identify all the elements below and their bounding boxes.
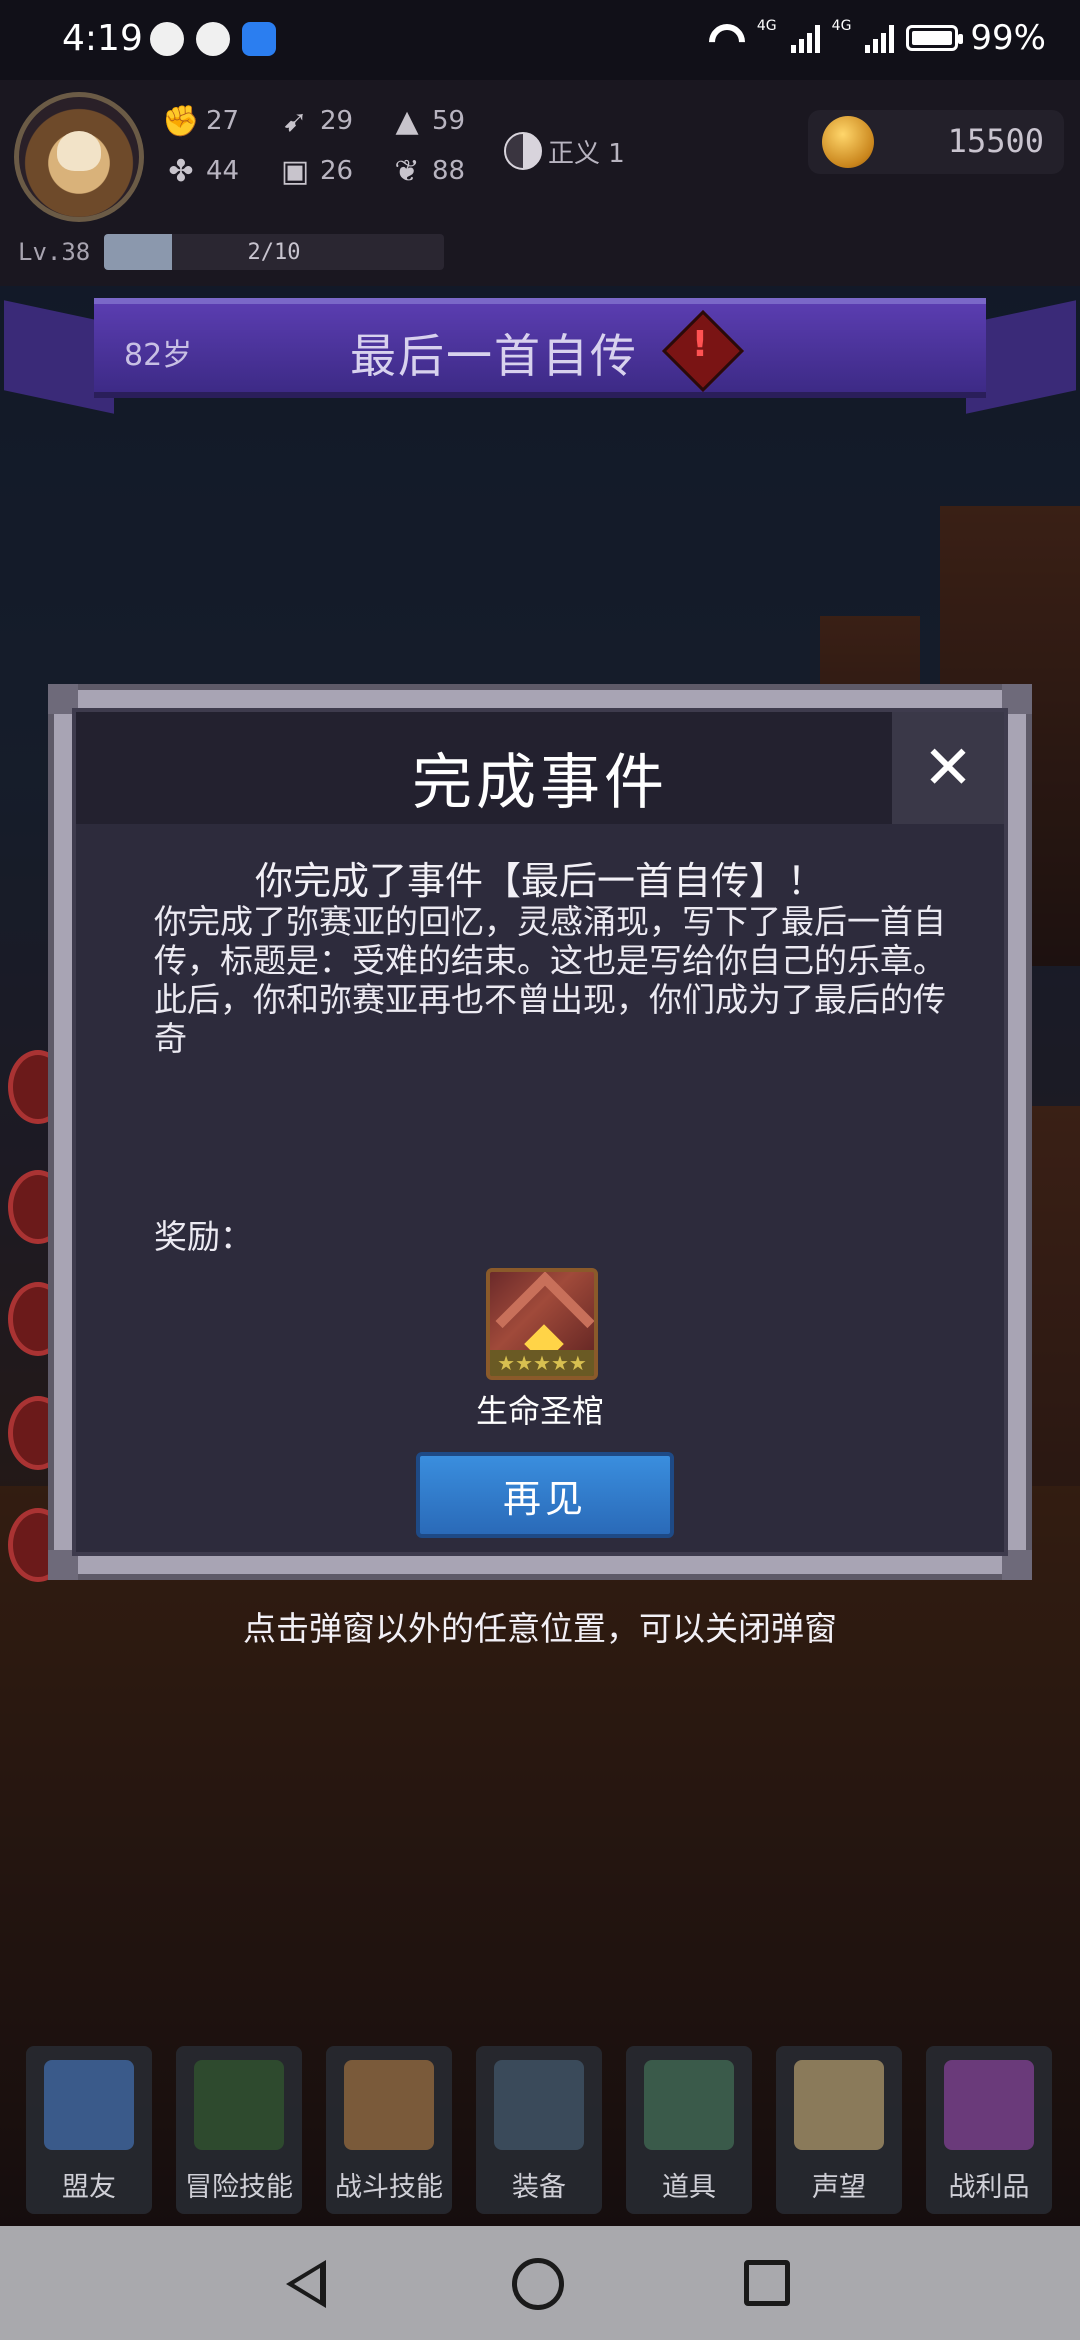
battery-icon — [906, 25, 964, 51]
weather-app-icon — [242, 22, 276, 56]
nav-items[interactable]: 道具 — [626, 2046, 752, 2214]
treasure-chest-icon — [944, 2060, 1034, 2150]
signal-icon-2 — [865, 23, 895, 53]
player-level: Lv.38 — [18, 238, 91, 266]
lotus-icon: ❦ — [394, 153, 420, 189]
avatar[interactable] — [14, 92, 144, 222]
alignment[interactable]: 正义 1 — [504, 132, 625, 170]
nav-allies[interactable]: 盟友 — [26, 2046, 152, 2214]
fist-icon: ✊ — [162, 103, 200, 139]
nav-reputation[interactable]: 声望 — [776, 2046, 902, 2214]
nav-label: 装备 — [512, 2172, 566, 2203]
bottom-nav: 盟友 冒险技能 战斗技能 装备 道具 声望 战利品 — [0, 2040, 1080, 2226]
item-stars: ★★★★★ — [490, 1350, 594, 1376]
system-nav-bar — [0, 2226, 1080, 2340]
recent-apps-button[interactable] — [744, 2260, 790, 2306]
close-hint-text: 点击弹窗以外的任意位置，可以关闭弹窗 — [243, 1609, 837, 1648]
nav-label: 道具 — [662, 2172, 716, 2203]
stat-strength[interactable]: ✊ 27 — [162, 103, 240, 139]
nav-label: 冒险技能 — [185, 2172, 293, 2203]
nav-adventure-skills[interactable]: 冒险技能 — [176, 2046, 302, 2214]
wizard-hat-icon: ▲ — [395, 103, 419, 139]
stat-value: 29 — [320, 106, 354, 136]
stat-luck[interactable]: ✤ 44 — [162, 153, 240, 189]
nav-label: 盟友 — [62, 2172, 116, 2203]
gloves-icon — [44, 2060, 134, 2150]
close-icon: ✕ — [922, 733, 974, 803]
stat-spirit[interactable]: ❦ 88 — [388, 153, 466, 189]
stat-value: 59 — [432, 106, 466, 136]
status-time: 4:19 — [62, 18, 143, 59]
stat-agility[interactable]: ➹ 29 — [276, 103, 354, 139]
status-right: 4G 4G 99% — [709, 18, 1046, 58]
event-complete-dialog: 完成事件 ✕ 你完成了事件【最后一首自传】！ 你完成了弥赛亚的回忆，灵感涌现，写… — [48, 684, 1032, 1580]
crossed-swords-icon — [494, 2060, 584, 2150]
xp-bar: 2/10 — [104, 234, 444, 270]
stat-value: 26 — [320, 156, 354, 186]
hand-icon — [150, 22, 184, 56]
book-icon — [194, 2060, 284, 2150]
signal-icon — [790, 23, 820, 53]
nav-label: 战利品 — [948, 2172, 1030, 2203]
goodbye-button[interactable]: 再见 — [416, 1452, 674, 1538]
stat-value: 88 — [432, 156, 466, 186]
network-type-label-2: 4G — [831, 18, 852, 34]
event-banner: 82岁 最后一首自传 ! — [0, 294, 1080, 414]
network-type-label: 4G — [756, 18, 777, 34]
alert-mark: ! — [691, 324, 709, 365]
satchel-icon — [644, 2060, 734, 2150]
stat-value: 27 — [206, 106, 240, 136]
nav-combat-skills[interactable]: 战斗技能 — [326, 2046, 452, 2214]
nav-equipment[interactable]: 装备 — [476, 2046, 602, 2214]
dialog-subtitle: 你完成了事件【最后一首自传】！ — [254, 859, 825, 903]
wifi-icon — [709, 24, 745, 52]
back-button[interactable] — [286, 2260, 326, 2308]
dialog-header: 完成事件 ✕ — [76, 712, 1004, 824]
stat-magic[interactable]: ▲ 59 — [388, 103, 466, 139]
backpack-icon — [344, 2060, 434, 2150]
chat-icon — [196, 22, 230, 56]
status-bar: 4:19 4G 4G 99% — [0, 0, 1080, 80]
clover-icon: ✤ — [168, 153, 194, 189]
gold-counter[interactable]: 15500 — [808, 110, 1064, 174]
stat-defense[interactable]: ▣ 26 — [276, 153, 354, 189]
dialog-body-text: 你完成了弥赛亚的回忆，灵感涌现，写下了最后一首自传，标题是：受难的结束。这也是写… — [154, 902, 946, 1058]
armor-icon: ▣ — [280, 153, 310, 189]
scroll-icon — [794, 2060, 884, 2150]
reward-label: 奖励： — [154, 1217, 253, 1256]
age-label: 82岁 — [124, 338, 193, 373]
gold-value: 15500 — [947, 122, 1044, 160]
dialog-panel: 完成事件 ✕ 你完成了事件【最后一首自传】！ 你完成了弥赛亚的回忆，灵感涌现，写… — [72, 708, 1008, 1556]
yin-yang-icon — [504, 132, 542, 170]
player-hud: ✊ 27 ✤ 44 ➹ 29 ▣ 26 ▲ 59 ❦ 88 正义 1 15500… — [0, 80, 1080, 286]
alignment-label: 正义 1 — [548, 138, 625, 169]
nav-label: 声望 — [812, 2172, 866, 2203]
reward-item-name: 生命圣棺 — [475, 1392, 604, 1430]
boot-icon: ➹ — [282, 103, 308, 139]
xp-text: 2/10 — [247, 240, 301, 265]
dialog-title: 完成事件 — [412, 748, 668, 818]
nav-loot[interactable]: 战利品 — [926, 2046, 1052, 2214]
banner-title: 最后一首自传 — [350, 329, 638, 383]
reward-item-icon[interactable]: ★★★★★ — [486, 1268, 598, 1380]
nav-label: 战斗技能 — [335, 2172, 443, 2203]
battery-percent: 99% — [970, 18, 1046, 58]
home-button[interactable] — [512, 2258, 564, 2310]
stat-value: 44 — [206, 156, 240, 186]
coin-icon — [822, 116, 874, 168]
notification-icons — [150, 22, 276, 56]
close-button[interactable]: ✕ — [892, 712, 1004, 824]
